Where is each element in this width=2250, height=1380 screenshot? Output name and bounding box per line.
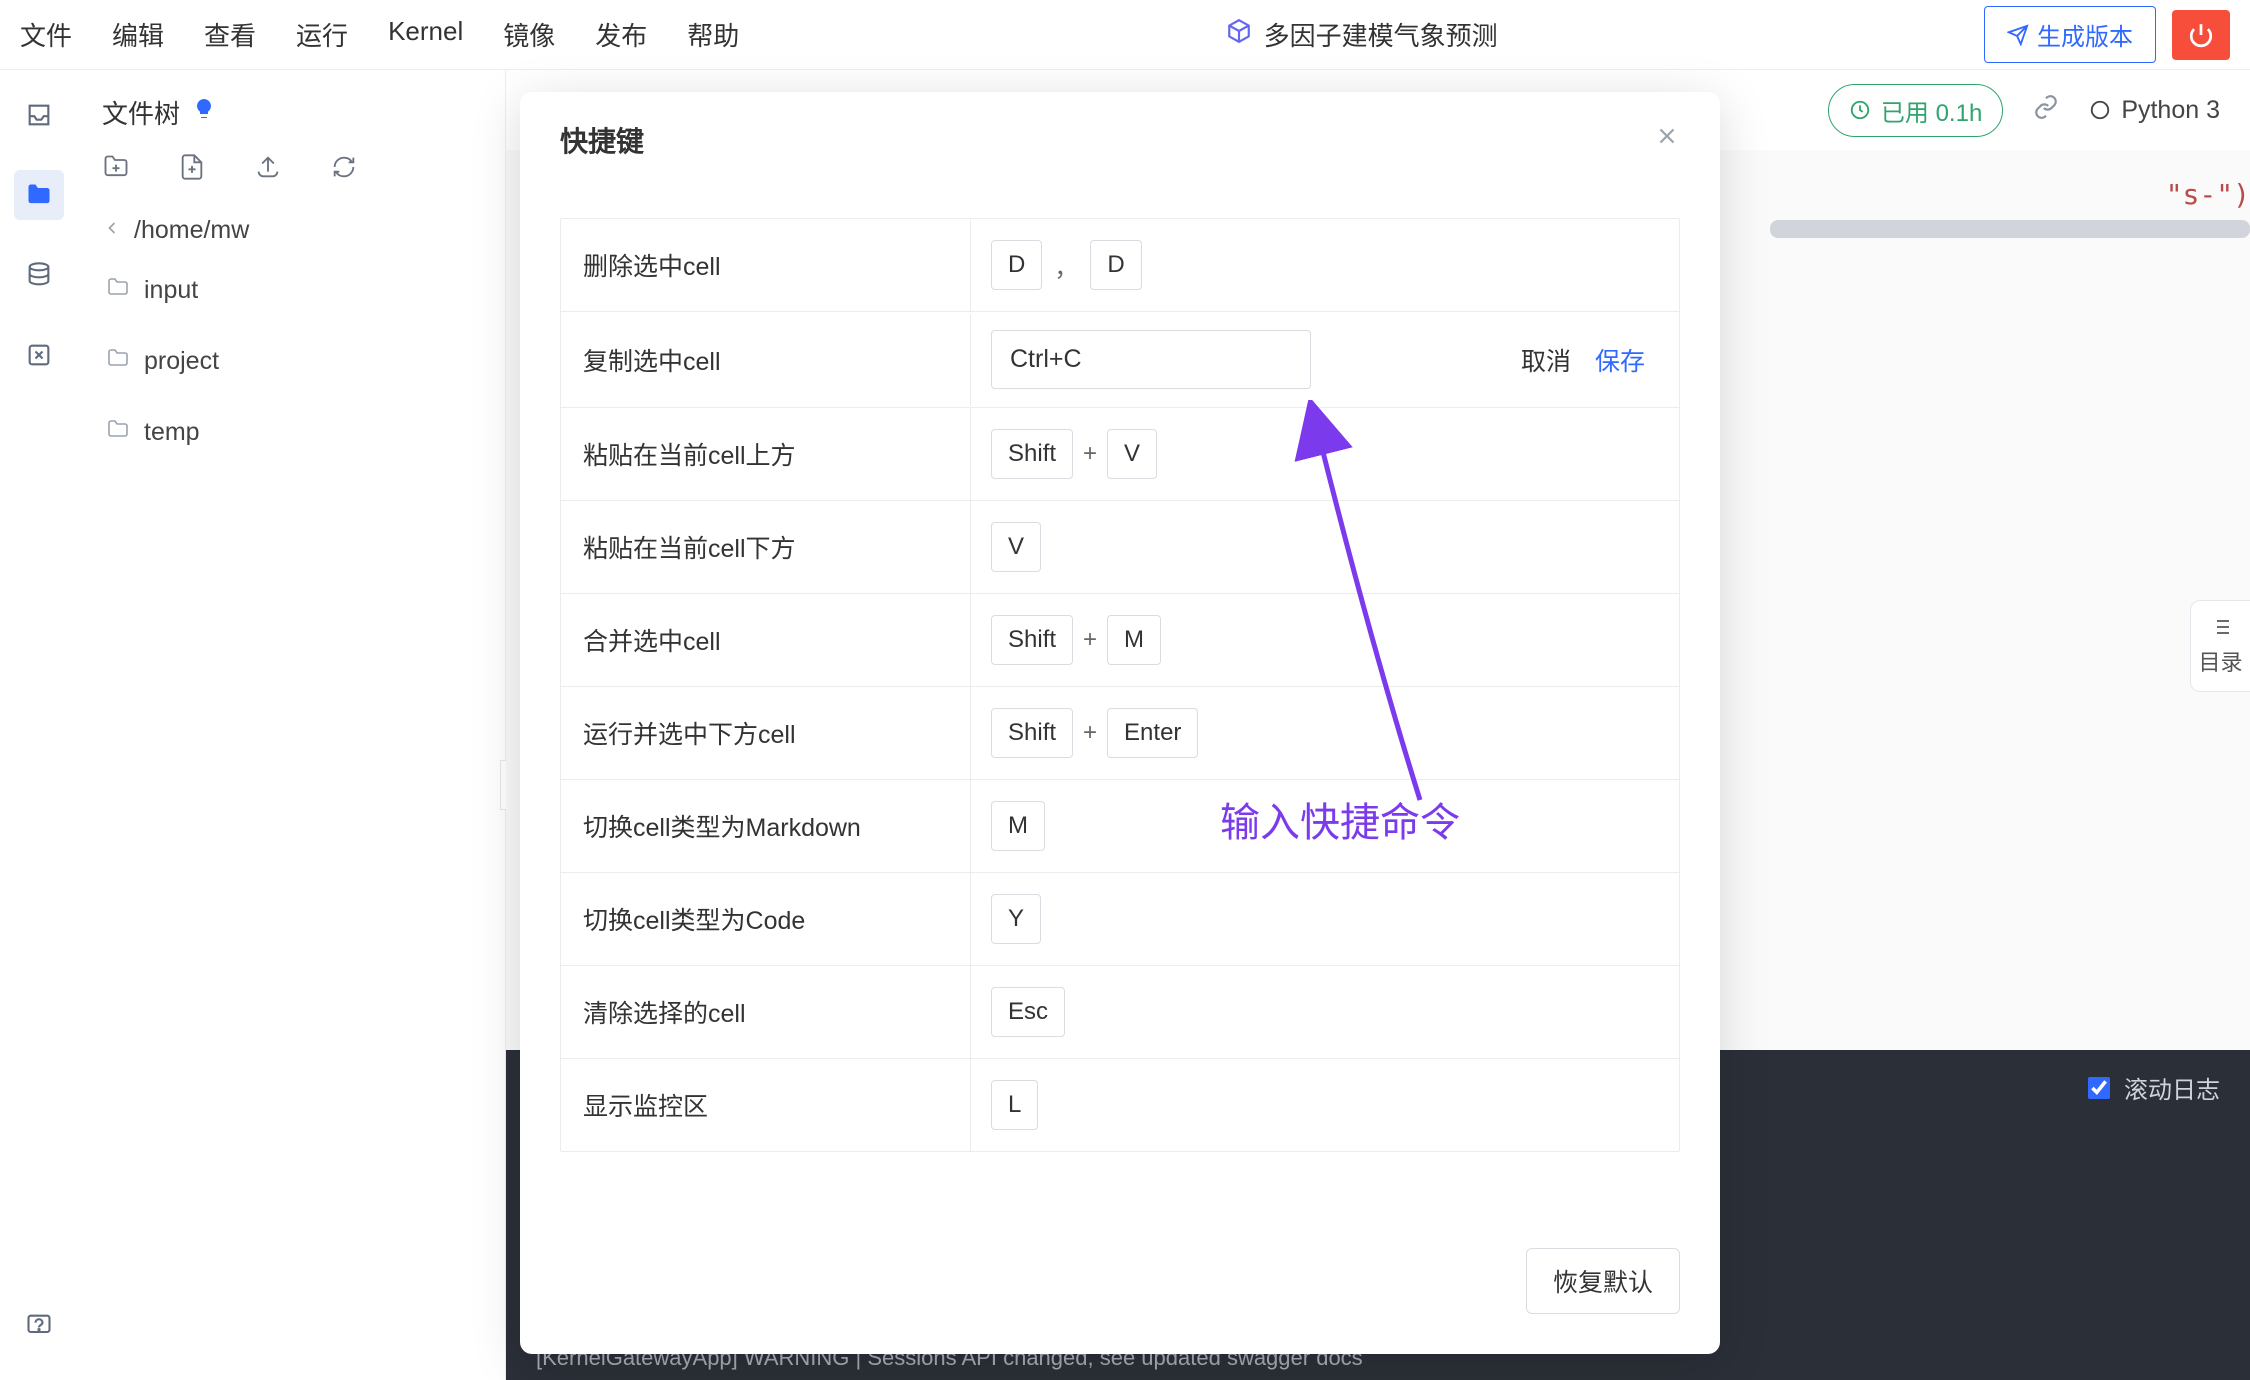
shortcut-label: 运行并选中下方cell	[561, 687, 971, 779]
key-badge: V	[1107, 429, 1157, 479]
key-badge: D	[1090, 240, 1141, 290]
shortcut-row[interactable]: 合并选中cell Shift + M	[561, 594, 1679, 687]
key-plus: +	[1083, 719, 1097, 747]
shortcut-keys: D ， D	[971, 222, 1679, 308]
key-plus: +	[1083, 440, 1097, 468]
modal-title: 快捷键	[560, 120, 644, 160]
shortcut-row[interactable]: 粘贴在当前cell上方 Shift + V	[561, 408, 1679, 501]
shortcut-keys: Esc	[971, 969, 1679, 1055]
shortcut-row[interactable]: 粘贴在当前cell下方 V	[561, 501, 1679, 594]
shortcut-input[interactable]	[991, 330, 1311, 389]
modal-body: 删除选中cellD，D复制选中cell取消保存粘贴在当前cell上方Shift+…	[520, 188, 1720, 1224]
shortcut-row[interactable]: 切换cell类型为Code Y	[561, 873, 1679, 966]
shortcut-label: 复制选中cell	[561, 314, 971, 406]
close-icon[interactable]	[1654, 123, 1680, 157]
key-badge: L	[991, 1080, 1038, 1130]
shortcut-label: 切换cell类型为Markdown	[561, 780, 971, 872]
shortcut-keys: Shift + Enter	[971, 690, 1679, 776]
shortcut-row[interactable]: 显示监控区 L	[561, 1059, 1679, 1151]
shortcut-keys: Shift + V	[971, 411, 1679, 497]
key-badge: Shift	[991, 615, 1073, 665]
modal-backdrop: 快捷键 删除选中cellD，D复制选中cell取消保存粘贴在当前cell上方Sh…	[0, 0, 2250, 1380]
key-badge: Shift	[991, 429, 1073, 479]
shortcut-label: 粘贴在当前cell下方	[561, 501, 971, 593]
shortcut-label: 粘贴在当前cell上方	[561, 408, 971, 500]
shortcut-save[interactable]: 保存	[1595, 342, 1645, 378]
key-badge: Esc	[991, 987, 1065, 1037]
key-badge: M	[991, 801, 1045, 851]
shortcut-row[interactable]: 清除选择的cell Esc	[561, 966, 1679, 1059]
key-badge: M	[1107, 615, 1161, 665]
shortcut-keys: 取消保存	[971, 312, 1679, 407]
key-badge: V	[991, 522, 1041, 572]
shortcut-row[interactable]: 运行并选中下方cell Shift + Enter	[561, 687, 1679, 780]
restore-default-button[interactable]: 恢复默认	[1526, 1248, 1680, 1314]
shortcut-keys: V	[971, 504, 1679, 590]
shortcut-table: 删除选中cellD，D复制选中cell取消保存粘贴在当前cell上方Shift+…	[560, 218, 1680, 1152]
shortcut-label: 清除选择的cell	[561, 966, 971, 1058]
key-plus: +	[1083, 626, 1097, 654]
shortcut-keys: Shift + M	[971, 597, 1679, 683]
shortcut-label: 删除选中cell	[561, 219, 971, 311]
modal-header: 快捷键	[520, 92, 1720, 188]
shortcuts-modal: 快捷键 删除选中cellD，D复制选中cell取消保存粘贴在当前cell上方Sh…	[520, 92, 1720, 1354]
shortcut-label: 切换cell类型为Code	[561, 873, 971, 965]
shortcut-label: 显示监控区	[561, 1059, 971, 1151]
key-badge: Enter	[1107, 708, 1198, 758]
key-badge: D	[991, 240, 1042, 290]
shortcut-row[interactable]: 切换cell类型为Markdown M	[561, 780, 1679, 873]
shortcut-label: 合并选中cell	[561, 594, 971, 686]
shortcut-row[interactable]: 删除选中cell D ， D	[561, 219, 1679, 312]
shortcut-cancel[interactable]: 取消	[1521, 342, 1571, 378]
shortcut-keys: L	[971, 1062, 1679, 1148]
key-badge: Y	[991, 894, 1041, 944]
key-badge: Shift	[991, 708, 1073, 758]
shortcut-keys: M	[971, 783, 1679, 869]
key-separator: ，	[1052, 248, 1080, 283]
shortcut-row[interactable]: 复制选中cell取消保存	[561, 312, 1679, 408]
shortcut-keys: Y	[971, 876, 1679, 962]
modal-footer: 恢复默认	[520, 1224, 1720, 1354]
